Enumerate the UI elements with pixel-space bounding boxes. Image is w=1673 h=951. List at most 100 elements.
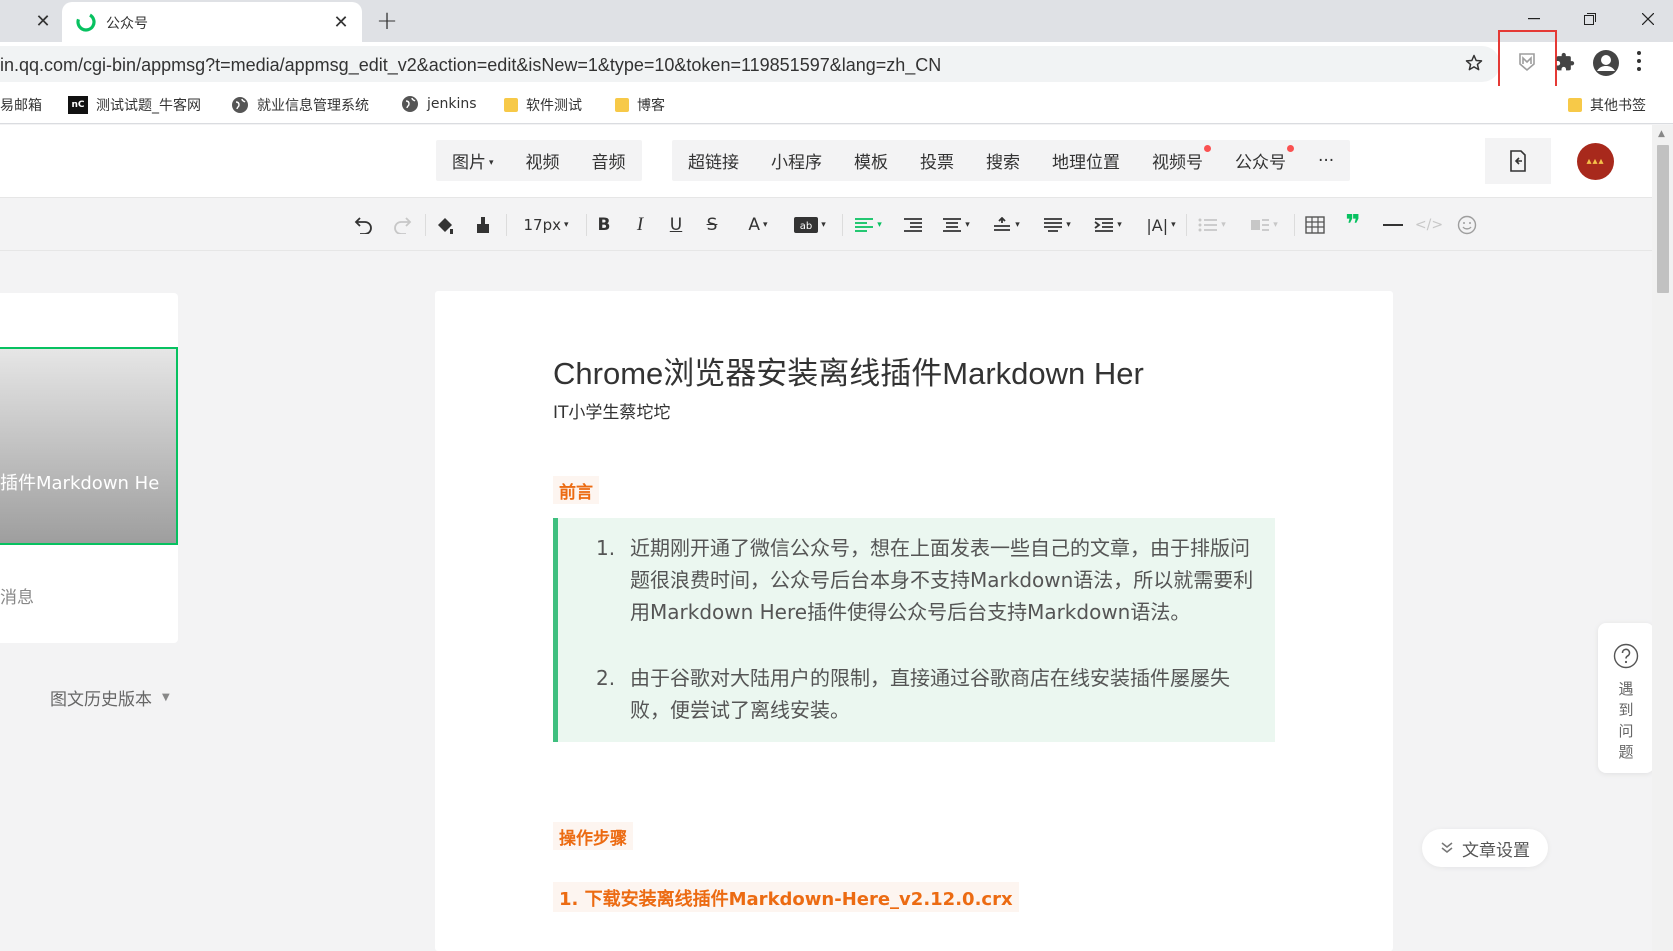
bookmark-item-other[interactable]: 其他书签 bbox=[1568, 95, 1646, 115]
undo-icon[interactable] bbox=[352, 212, 376, 238]
scroll-up-icon[interactable]: ▲ bbox=[1658, 129, 1665, 139]
insert-official-account-button[interactable]: 公众号 bbox=[1219, 145, 1302, 173]
previous-tab-close-icon[interactable]: ✕ bbox=[32, 10, 54, 32]
bookmark-star-icon[interactable] bbox=[1464, 53, 1484, 73]
toolbar-divider bbox=[1294, 214, 1295, 236]
toolbar-divider bbox=[842, 214, 843, 236]
blockquote-icon[interactable]: ❞ bbox=[1340, 210, 1366, 240]
toolbar-divider bbox=[1186, 214, 1187, 236]
redo-icon[interactable] bbox=[390, 212, 414, 238]
extensions-puzzle-icon[interactable] bbox=[1555, 52, 1575, 72]
text-direction-icon[interactable]: |A| ▾ bbox=[1143, 212, 1179, 238]
question-icon bbox=[1613, 643, 1639, 669]
underline-icon[interactable]: U bbox=[664, 212, 688, 238]
bookmark-item[interactable]: 软件测试 bbox=[504, 95, 582, 115]
font-size-value: 17px bbox=[523, 216, 561, 234]
article-title[interactable]: Chrome浏览器安装离线插件Markdown Her bbox=[553, 348, 1144, 393]
emoji-icon[interactable] bbox=[1454, 212, 1480, 238]
italic-icon[interactable]: I bbox=[628, 212, 652, 238]
article-cover-card[interactable]: 插件Markdown He bbox=[0, 347, 178, 545]
font-color-icon[interactable]: A ▾ bbox=[740, 212, 776, 238]
article-editor[interactable]: Chrome浏览器安装离线插件Markdown Her IT小学生蔡坨坨 前言 … bbox=[435, 291, 1393, 951]
browser-toolbar: in.qq.com/cgi-bin/appmsg?t=media/appmsg_… bbox=[0, 42, 1673, 86]
chevron-down-icon: ▼ bbox=[162, 692, 170, 703]
table-icon[interactable] bbox=[1302, 212, 1328, 238]
user-avatar[interactable]: ▴▴▴ bbox=[1577, 143, 1614, 180]
insert-video-button[interactable]: 视频 bbox=[510, 148, 576, 173]
insert-search-button[interactable]: 搜索 bbox=[970, 148, 1036, 173]
document-switch-button[interactable] bbox=[1485, 138, 1551, 184]
bookmarks-bar: 易邮箱 nC 测试试题_牛客网 就业信息管理系统 jenkins 软件测试 博客… bbox=[0, 86, 1673, 124]
tab-title: 公众号 bbox=[106, 16, 148, 32]
tab-strip: ✕ 公众号 ✕ + bbox=[0, 0, 1673, 42]
bold-icon[interactable]: B bbox=[592, 212, 616, 238]
list-indent-icon[interactable]: ▾ bbox=[1090, 212, 1126, 238]
background-color-icon[interactable]: ab ▾ bbox=[790, 212, 830, 238]
article-author[interactable]: IT小学生蔡坨坨 bbox=[553, 398, 670, 423]
insert-template-button[interactable]: 模板 bbox=[838, 148, 904, 173]
scrollbar-thumb[interactable] bbox=[1657, 145, 1669, 293]
more-insert-button[interactable]: ··· bbox=[1302, 151, 1350, 171]
profile-avatar-icon[interactable] bbox=[1592, 49, 1620, 77]
article-settings-button[interactable]: 文章设置 bbox=[1422, 829, 1548, 867]
insert-miniprogram-button[interactable]: 小程序 bbox=[755, 148, 838, 173]
align-left-icon[interactable]: ▾ bbox=[850, 212, 886, 238]
close-window-icon[interactable] bbox=[1628, 4, 1668, 34]
code-icon[interactable]: </> bbox=[1415, 212, 1443, 238]
insert-label: 视频号 bbox=[1152, 153, 1203, 173]
step-1-heading: 1. 下载安装离线插件Markdown-Here_v2.12.0.crx bbox=[553, 882, 1019, 912]
bookmark-label: jenkins bbox=[427, 96, 477, 112]
folder-icon bbox=[615, 98, 629, 112]
address-bar[interactable]: in.qq.com/cgi-bin/appmsg?t=media/appmsg_… bbox=[0, 46, 1500, 82]
url-text[interactable]: in.qq.com/cgi-bin/appmsg?t=media/appmsg_… bbox=[0, 55, 941, 76]
bookmark-label: 测试试题_牛客网 bbox=[96, 98, 201, 114]
bookmark-label: 博客 bbox=[637, 98, 665, 114]
float-image-icon[interactable]: ▾ bbox=[1246, 212, 1282, 238]
bookmark-item[interactable]: nC 测试试题_牛客网 bbox=[68, 95, 201, 115]
bookmark-item[interactable]: 就业信息管理系统 bbox=[231, 95, 369, 115]
clear-format-icon[interactable] bbox=[470, 212, 496, 238]
bookmark-item[interactable]: 易邮箱 bbox=[0, 95, 42, 115]
format-toolbar: 17px ▾ B I U S A ▾ ab ▾ ▾ ▾ ▾ ▾ ▾ |A| ▾ ▾ bbox=[0, 197, 1652, 251]
format-painter-icon[interactable] bbox=[432, 212, 458, 238]
list-number: 1. bbox=[596, 536, 616, 560]
bookmark-item[interactable]: jenkins bbox=[401, 95, 477, 113]
markdown-here-extension-icon[interactable] bbox=[1518, 52, 1536, 72]
history-versions-button[interactable]: 图文历史版本 ▼ bbox=[50, 685, 170, 710]
restore-icon[interactable] bbox=[1570, 4, 1610, 34]
history-label: 图文历史版本 bbox=[50, 690, 152, 710]
indent-icon[interactable] bbox=[900, 212, 926, 238]
tab-close-icon[interactable]: ✕ bbox=[330, 11, 352, 33]
browser-menu-icon[interactable] bbox=[1636, 50, 1642, 72]
folder-icon bbox=[1568, 98, 1582, 112]
insert-location-button[interactable]: 地理位置 bbox=[1036, 148, 1136, 173]
page-scrollbar[interactable]: ▲ bbox=[1652, 125, 1673, 951]
list-text: 近期刚开通了微信公众号，想在上面发表一些自己的文章，由于排版问题很浪费时间，公众… bbox=[630, 536, 1254, 624]
double-chevron-down-icon bbox=[1440, 841, 1454, 855]
insert-channels-button[interactable]: 视频号 bbox=[1136, 145, 1219, 173]
heading-intro: 前言 bbox=[553, 476, 599, 504]
globe-icon bbox=[232, 97, 248, 113]
settings-label: 文章设置 bbox=[1462, 840, 1530, 861]
insert-audio-button[interactable]: 音频 bbox=[576, 148, 642, 173]
strikethrough-icon[interactable]: S bbox=[700, 212, 724, 238]
insert-link-button[interactable]: 超链接 bbox=[672, 148, 755, 173]
divider-line-icon[interactable] bbox=[1380, 212, 1406, 238]
letter-spacing-icon[interactable]: ▾ bbox=[1039, 212, 1075, 238]
tab-active[interactable]: 公众号 ✕ bbox=[62, 2, 362, 42]
bullet-list-icon[interactable]: ▾ bbox=[1194, 212, 1230, 238]
line-height-icon[interactable]: ▾ bbox=[988, 212, 1024, 238]
notification-dot bbox=[1204, 145, 1211, 152]
bookmark-item[interactable]: 博客 bbox=[615, 95, 665, 115]
new-tab-button[interactable]: + bbox=[372, 6, 402, 36]
insert-label: 图片 bbox=[452, 153, 486, 173]
paragraph-spacing-icon[interactable]: ▾ bbox=[938, 212, 974, 238]
bookmark-label: 软件测试 bbox=[526, 98, 582, 114]
notification-dot bbox=[1287, 145, 1294, 152]
help-widget[interactable]: 遇 到 问 题 bbox=[1598, 623, 1654, 773]
intro-list-item: 1. 近期刚开通了微信公众号，想在上面发表一些自己的文章，由于排版问题很浪费时间… bbox=[596, 532, 1266, 628]
insert-image-button[interactable]: 图片 ▾ bbox=[436, 148, 510, 173]
insert-vote-button[interactable]: 投票 bbox=[904, 148, 970, 173]
font-size-select[interactable]: 17px ▾ bbox=[516, 212, 576, 238]
wechat-favicon-icon bbox=[76, 12, 96, 32]
